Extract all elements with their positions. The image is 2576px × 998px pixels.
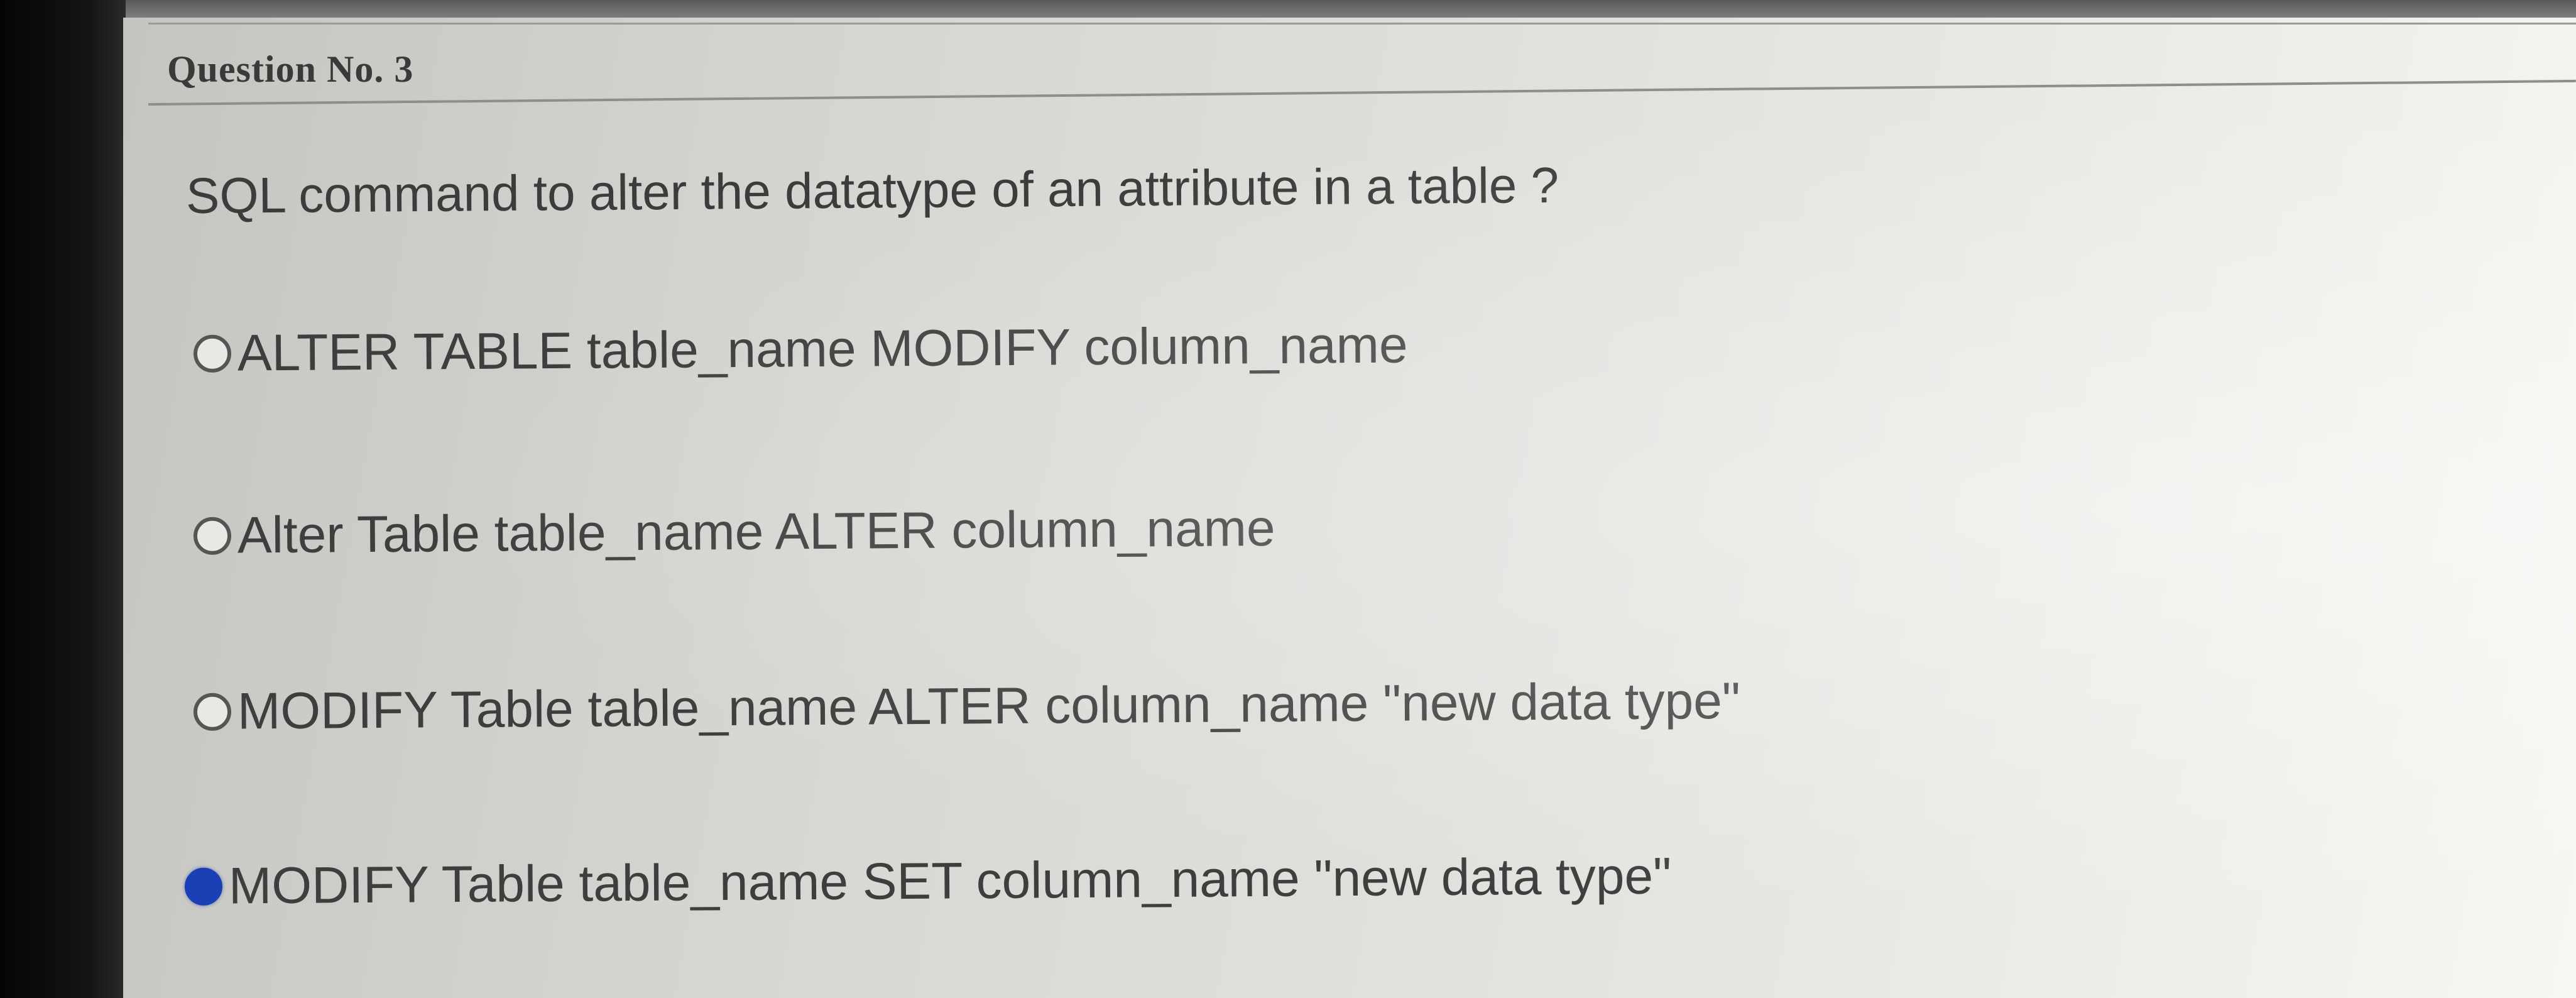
answer-option-label-3: MODIFY Table table_name ALTER column_nam… [237,672,1741,740]
answer-option-label-4: MODIFY Table table_name SET column_name … [228,847,1672,915]
answer-option-label-1: ALTER TABLE table_name MODIFY column_nam… [237,316,1408,382]
answer-option-1[interactable]: ALTER TABLE table_name MODIFY column_nam… [193,316,1408,383]
radio-button-4[interactable] [184,867,223,906]
question-number-heading: Question No. 3 [167,48,414,90]
answer-option-label-2: Alter Table table_name ALTER column_name [237,499,1275,564]
radio-button-2[interactable] [193,517,232,555]
radio-button-1[interactable] [193,334,232,373]
quiz-screen: Question No. 3 SQL command to alter the … [123,18,2576,998]
answer-option-4[interactable]: MODIFY Table table_name SET column_name … [184,847,1672,916]
monitor-bezel-left [0,0,126,998]
header-divider [148,79,2576,106]
top-divider [148,23,2576,25]
question-text: SQL command to alter the datatype of an … [185,156,1559,224]
answer-option-2[interactable]: Alter Table table_name ALTER column_name [193,499,1275,566]
radio-button-3[interactable] [193,693,232,731]
answer-option-3[interactable]: MODIFY Table table_name ALTER column_nam… [193,672,1741,742]
